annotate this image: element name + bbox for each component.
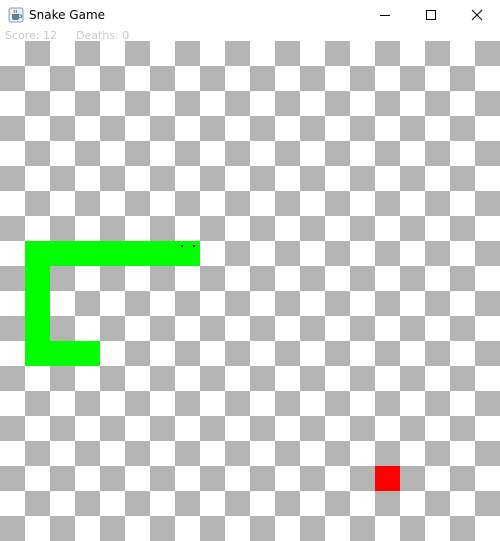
snake-eye [181, 245, 183, 247]
score-label: Score: 12 [5, 29, 58, 42]
snake-segment [75, 341, 100, 366]
snake-segment [125, 241, 150, 266]
game-board[interactable] [0, 41, 500, 541]
minimize-icon [379, 6, 391, 25]
window-title: Snake Game [29, 8, 106, 22]
snake-segment [25, 341, 50, 366]
snake-segment [25, 241, 50, 266]
snake-segment [25, 291, 50, 316]
close-icon [471, 6, 483, 25]
game-canvas [25, 241, 400, 491]
maximize-button[interactable] [408, 0, 454, 30]
snake-segment [150, 241, 175, 266]
snake-head [175, 241, 200, 266]
snake-segment [50, 341, 75, 366]
snake-segment [25, 316, 50, 341]
minimize-button[interactable] [362, 0, 408, 30]
close-button[interactable] [454, 0, 500, 30]
hud: Score: 12 Deaths: 0 [0, 29, 500, 43]
java-cup-icon [8, 7, 24, 23]
food-apple [375, 466, 400, 491]
snake-segment [100, 241, 125, 266]
game-window: Snake Game Score: 12 Deaths: 0 [0, 0, 500, 541]
snake-segment [50, 241, 75, 266]
snake-segment [75, 241, 100, 266]
snake-eye [193, 245, 195, 247]
title-bar[interactable]: Snake Game [0, 0, 500, 30]
maximize-icon [425, 6, 437, 25]
snake-segment [25, 266, 50, 291]
deaths-label: Deaths: 0 [76, 29, 130, 42]
